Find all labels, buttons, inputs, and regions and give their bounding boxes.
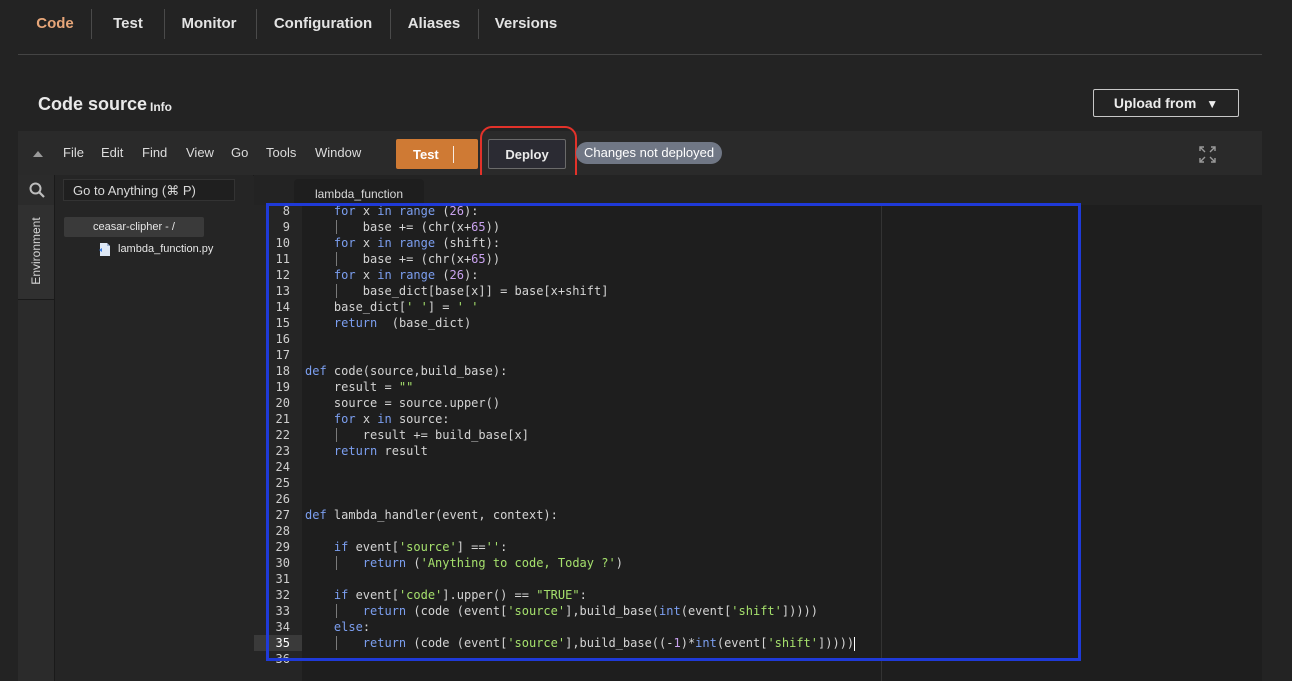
environment-tab[interactable]: Environment [18,205,54,300]
file-tree-panel: ceasar-clipher - / lambda_function.py [55,175,253,681]
search-icon[interactable] [29,182,45,198]
caret-down-icon: ▼ [1206,97,1219,111]
code-highlight-annotation [266,203,1081,661]
folder-item[interactable]: ceasar-clipher - / [64,217,204,237]
test-button[interactable]: Test [396,139,478,169]
tab-divider [256,9,257,39]
tab-versions[interactable]: Versions [492,0,560,48]
info-link[interactable]: Info [150,100,172,114]
page-title: Code source [38,94,148,114]
collapse-arrow-icon[interactable] [33,151,43,157]
tab-divider [478,9,479,39]
tab-divider [91,9,92,39]
ide-menubar: File Edit Find View Go Tools Window Test… [18,126,1262,188]
panel-header: Code source Info Upload from ▼ [18,75,1262,131]
file-item[interactable]: lambda_function.py [99,241,213,257]
upload-from-label: Upload from [1113,95,1197,111]
tab-test[interactable]: Test [106,0,150,48]
tab-aliases[interactable]: Aliases [404,0,464,48]
menu-go[interactable]: Go [231,145,248,160]
test-button-label: Test [413,147,439,162]
python-file-icon [99,242,110,256]
status-badge: Changes not deployed [576,142,723,164]
menu-view[interactable]: View [186,145,214,160]
ide-sidebar: Environment [18,175,55,681]
menu-tools[interactable]: Tools [266,145,296,160]
function-tabs: Code Test Monitor Configuration Aliases … [18,0,1262,55]
tab-divider [390,9,391,39]
tab-code[interactable]: Code [32,0,78,48]
environment-label: Environment [29,217,43,285]
menu-file[interactable]: File [63,145,84,160]
tab-divider [164,9,165,39]
tab-configuration[interactable]: Configuration [272,0,374,48]
go-to-anything-input[interactable] [63,179,235,201]
file-name: lambda_function.py [118,243,214,255]
menu-edit[interactable]: Edit [101,145,123,160]
menu-find[interactable]: Find [142,145,167,160]
upload-from-button[interactable]: Upload from ▼ [1093,89,1239,117]
editor-tabbar: lambda_function [254,175,1262,205]
menu-window[interactable]: Window [315,145,361,160]
tab-monitor[interactable]: Monitor [178,0,240,48]
fullscreen-icon[interactable] [1199,146,1216,163]
split-divider [453,146,454,163]
editor-tab-lambda-function[interactable]: lambda_function [294,179,424,205]
